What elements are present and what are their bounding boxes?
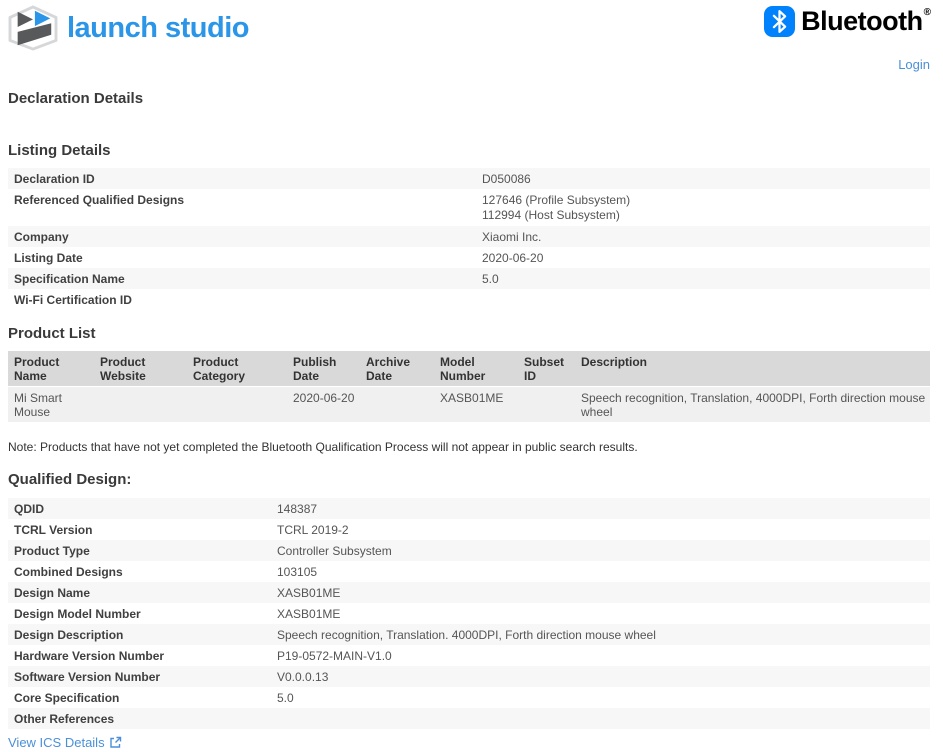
product-table-header-row: Product Name Product Website Product Cat… bbox=[8, 351, 930, 386]
row-value: Controller Subsystem bbox=[277, 544, 924, 558]
row-value: Xiaomi Inc. bbox=[482, 230, 924, 244]
table-row: Declaration ID D050086 bbox=[8, 168, 930, 189]
listing-details-heading: Listing Details bbox=[8, 142, 930, 159]
note-text: Note: Products that have not yet complet… bbox=[8, 440, 930, 454]
table-row: Referenced Qualified Designs 127646 (Pro… bbox=[8, 189, 930, 226]
login-link[interactable]: Login bbox=[898, 57, 930, 72]
row-value: 148387 bbox=[277, 502, 924, 516]
row-value: 5.0 bbox=[482, 272, 924, 286]
table-row: QDID 148387 bbox=[8, 498, 930, 519]
row-label: Core Specification bbox=[14, 691, 277, 705]
table-row: Product Type Controller Subsystem bbox=[8, 540, 930, 561]
row-label: Referenced Qualified Designs bbox=[14, 193, 482, 223]
column-header: Publish Date bbox=[287, 355, 360, 383]
product-list-heading: Product List bbox=[8, 325, 930, 342]
description-cell: Speech recognition, Translation, 4000DPI… bbox=[575, 391, 930, 419]
product-table-row: Mi Smart Mouse 2020-06-20 XASB01ME Speec… bbox=[8, 387, 930, 422]
row-value: XASB01ME bbox=[277, 586, 924, 600]
row-label: Listing Date bbox=[14, 251, 482, 265]
product-website-cell bbox=[94, 391, 187, 419]
row-value: V0.0.0.13 bbox=[277, 670, 924, 684]
launch-studio-logo[interactable]: launch studio bbox=[8, 5, 249, 51]
row-value: P19-0572-MAIN-V1.0 bbox=[277, 649, 924, 663]
header: launch studio Bluetooth ® bbox=[0, 0, 943, 52]
row-value: D050086 bbox=[482, 172, 924, 186]
bluetooth-logo[interactable]: Bluetooth ® bbox=[764, 6, 931, 37]
row-label: Design Name bbox=[14, 586, 277, 600]
column-header: Model Number bbox=[434, 355, 518, 383]
table-row: Core Specification 5.0 bbox=[8, 687, 930, 708]
bluetooth-icon bbox=[764, 6, 795, 37]
bluetooth-logo-text: Bluetooth bbox=[801, 6, 922, 37]
launch-studio-logo-text: launch studio bbox=[67, 12, 249, 45]
table-row: TCRL Version TCRL 2019-2 bbox=[8, 519, 930, 540]
launch-studio-logo-icon bbox=[8, 5, 58, 51]
row-label: Specification Name bbox=[14, 272, 482, 286]
page-title: Declaration Details bbox=[8, 90, 930, 107]
row-label: Design Description bbox=[14, 628, 277, 642]
table-row: Combined Designs 103105 bbox=[8, 561, 930, 582]
listing-details-table: Declaration ID D050086 Referenced Qualif… bbox=[8, 168, 930, 310]
row-label: Design Model Number bbox=[14, 607, 277, 621]
column-header: Subset ID bbox=[518, 355, 575, 383]
row-label: Combined Designs bbox=[14, 565, 277, 579]
column-header: Archive Date bbox=[360, 355, 434, 383]
column-header: Product Website bbox=[94, 355, 187, 383]
row-label: Other References bbox=[14, 712, 277, 726]
external-link-icon bbox=[109, 736, 122, 749]
publish-date-cell: 2020-06-20 bbox=[287, 391, 360, 419]
qualified-design-table: QDID 148387 TCRL Version TCRL 2019-2 Pro… bbox=[8, 498, 930, 729]
column-header: Product Category bbox=[187, 355, 287, 383]
row-label: Wi-Fi Certification ID bbox=[14, 293, 482, 307]
table-row: Software Version Number V0.0.0.13 bbox=[8, 666, 930, 687]
column-header: Description bbox=[575, 355, 930, 383]
row-value: 5.0 bbox=[277, 691, 924, 705]
archive-date-cell bbox=[360, 391, 434, 419]
table-row: Listing Date 2020-06-20 bbox=[8, 247, 930, 268]
table-row: Design Model Number XASB01ME bbox=[8, 603, 930, 624]
qualified-design-heading: Qualified Design: bbox=[8, 471, 930, 488]
column-header: Product Name bbox=[8, 355, 94, 383]
table-row: Design Description Speech recognition, T… bbox=[8, 624, 930, 645]
table-row: Design Name XASB01ME bbox=[8, 582, 930, 603]
row-value bbox=[482, 293, 924, 307]
table-row: Hardware Version Number P19-0572-MAIN-V1… bbox=[8, 645, 930, 666]
row-label: Declaration ID bbox=[14, 172, 482, 186]
table-row: Wi-Fi Certification ID bbox=[8, 289, 930, 310]
row-label: Software Version Number bbox=[14, 670, 277, 684]
row-value: XASB01ME bbox=[277, 607, 924, 621]
subset-id-cell bbox=[518, 391, 575, 419]
referenced-design-line: 112994 (Host Subsystem) bbox=[482, 208, 924, 223]
product-category-cell bbox=[187, 391, 287, 419]
product-list-table: Product Name Product Website Product Cat… bbox=[8, 351, 930, 422]
registered-trademark-symbol: ® bbox=[924, 7, 931, 18]
row-label: Company bbox=[14, 230, 482, 244]
view-ics-details-link[interactable]: View ICS Details bbox=[8, 735, 122, 750]
table-row: Company Xiaomi Inc. bbox=[8, 226, 930, 247]
referenced-design-line: 127646 (Profile Subsystem) bbox=[482, 193, 924, 208]
table-row: Other References bbox=[8, 708, 930, 729]
row-label: Hardware Version Number bbox=[14, 649, 277, 663]
row-value: 2020-06-20 bbox=[482, 251, 924, 265]
row-value: 103105 bbox=[277, 565, 924, 579]
view-ics-details-label: View ICS Details bbox=[8, 735, 105, 750]
main-content: Declaration Details Listing Details Decl… bbox=[8, 90, 930, 752]
row-label: TCRL Version bbox=[14, 523, 277, 537]
model-number-cell: XASB01ME bbox=[434, 391, 518, 419]
product-name-cell: Mi Smart Mouse bbox=[8, 391, 94, 419]
row-label: Product Type bbox=[14, 544, 277, 558]
row-value bbox=[277, 712, 924, 726]
row-label: QDID bbox=[14, 502, 277, 516]
login-row: Login bbox=[0, 56, 943, 72]
row-value: 127646 (Profile Subsystem) 112994 (Host … bbox=[482, 193, 924, 223]
row-value: Speech recognition, Translation. 4000DPI… bbox=[277, 628, 924, 642]
table-row: Specification Name 5.0 bbox=[8, 268, 930, 289]
row-value: TCRL 2019-2 bbox=[277, 523, 924, 537]
